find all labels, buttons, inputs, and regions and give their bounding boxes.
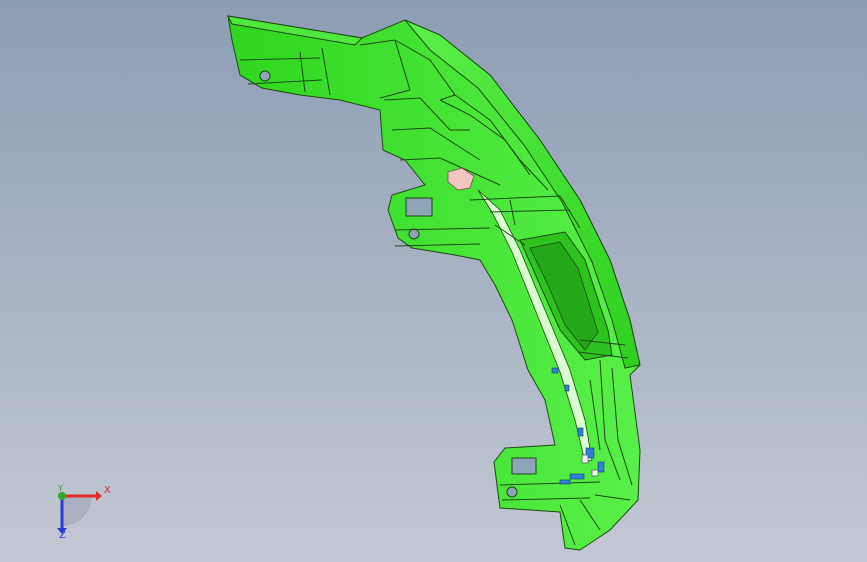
triad-x-label: X	[104, 485, 111, 496]
triad-y-label: Y	[58, 484, 63, 493]
part-slot-1	[405, 197, 433, 217]
orientation-triad: X Y Z	[40, 478, 120, 548]
cad-viewport[interactable]: X Y Z	[0, 0, 867, 562]
green-part-model[interactable]	[0, 0, 867, 562]
part-mount-hole-2	[408, 228, 420, 240]
triad-x-arrow	[96, 491, 102, 501]
triad-z-label: Z	[59, 530, 66, 541]
triad-shadow	[62, 496, 92, 526]
part-mount-hole-1	[259, 70, 271, 82]
part-slot-2	[511, 457, 537, 475]
part-mount-hole-3	[506, 486, 518, 498]
